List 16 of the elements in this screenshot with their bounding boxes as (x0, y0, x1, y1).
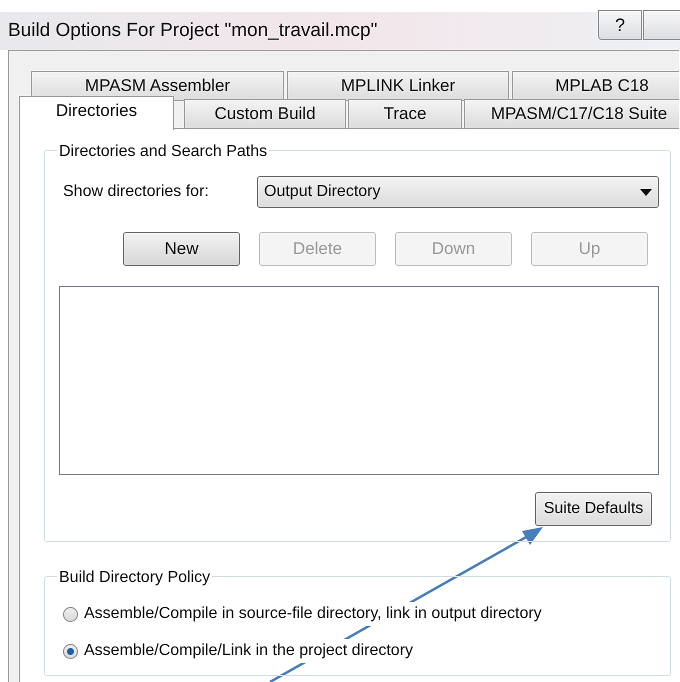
radio-label: Assemble/Compile/Link in the project directory (84, 639, 414, 663)
suite-defaults-button[interactable]: Suite Defaults (535, 492, 652, 526)
help-button[interactable]: ? (598, 10, 642, 40)
directory-dropdown[interactable]: Output Directory (257, 176, 659, 208)
tab[interactable]: Custom Build (184, 99, 346, 129)
tab[interactable]: MPLINK Linker (287, 71, 509, 101)
tab[interactable]: MPLAB C18 (512, 71, 679, 101)
field-label: Show directories for: (63, 182, 210, 202)
tab[interactable]: Directories (19, 96, 174, 130)
radio-label: Assemble/Compile in source-file directory, link in output directory (84, 602, 542, 626)
tab[interactable]: Trace (348, 99, 462, 129)
command-button[interactable]: New (123, 232, 240, 266)
tab[interactable]: MPASM/C17/C18 Suite (464, 99, 679, 129)
window-title: Build Options For Project "mon_travail.mcp" (8, 18, 378, 43)
close-button[interactable] (643, 10, 680, 40)
dropdown-arrow-icon (640, 188, 652, 196)
